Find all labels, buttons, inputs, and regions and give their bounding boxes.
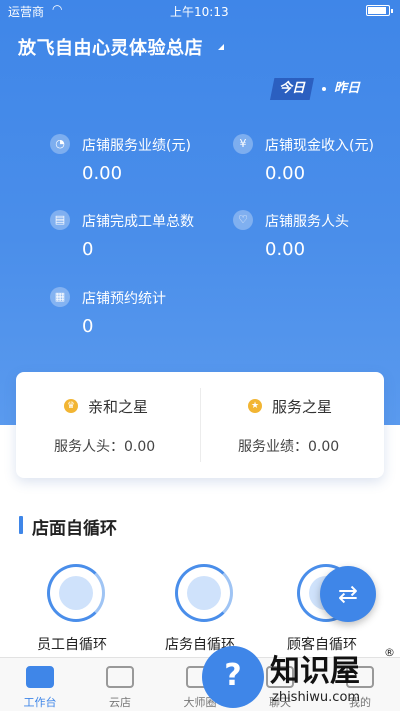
- day-toggle: 今日 昨日: [270, 78, 380, 100]
- pie-chart-icon: ◔: [50, 134, 70, 154]
- card-divider: [200, 388, 201, 462]
- wifi-icon: ◠: [52, 2, 63, 16]
- star-title: 亲和之星: [88, 398, 149, 416]
- stat-label: 店铺服务业绩(元): [82, 138, 191, 154]
- section-title: 店面自循环: [32, 519, 117, 539]
- watermark-help-icon: ?: [202, 646, 264, 708]
- stat-label: 店铺服务人头: [265, 214, 349, 230]
- switch-floating-button[interactable]: ⇄: [320, 566, 376, 622]
- loop-label: 员工自循环: [37, 637, 107, 653]
- yen-icon: ¥: [233, 134, 253, 154]
- stat-value: 0: [82, 316, 94, 337]
- star-value-line: 服务业绩：0.00: [238, 439, 340, 455]
- watermark-url: zhishiwu.com: [272, 690, 361, 705]
- medal-icon: ★: [248, 399, 262, 413]
- stat-value: 0.00: [265, 163, 306, 184]
- cloud-store-icon: [106, 666, 134, 688]
- stat-value: 0: [82, 239, 94, 260]
- tab-today[interactable]: 今日: [270, 78, 314, 100]
- stars-card[interactable]: ♛ 亲和之星 服务人头：0.00 ★ 服务之星 服务业绩：0.00: [16, 372, 384, 478]
- star-value-line: 服务人头：0.00: [54, 439, 156, 455]
- status-time: 上午10:13: [170, 5, 229, 19]
- carrier-label: 运营商: [8, 5, 45, 19]
- clipboard-icon: ▤: [50, 210, 70, 230]
- stat-value: 0.00: [265, 239, 306, 260]
- stat-label: 店铺完成工单总数: [82, 214, 194, 230]
- tab-label: 云店: [109, 696, 131, 709]
- store-switch-caret-icon[interactable]: [218, 44, 224, 50]
- section-accent-bar: [19, 516, 23, 534]
- watermark-registered: ®: [384, 646, 395, 659]
- stat-label: 店铺预约统计: [82, 291, 166, 307]
- tab-workbench[interactable]: 工作台: [0, 658, 80, 711]
- store-loop-icon: [175, 564, 233, 622]
- stat-value: 0.00: [82, 163, 123, 184]
- tab-yesterday[interactable]: 昨日: [334, 78, 360, 100]
- tab-cloud-store[interactable]: 云店: [80, 658, 160, 711]
- status-bar: 运营商 ◠ 上午10:13: [0, 0, 400, 22]
- watermark-name: 知识屋: [270, 654, 360, 689]
- tab-label: 工作台: [23, 696, 57, 709]
- employee-loop-button[interactable]: 员工自循环: [22, 562, 122, 653]
- battery-icon: [366, 5, 393, 16]
- store-name[interactable]: 放飞自由心灵体验总店: [18, 34, 203, 60]
- employee-loop-icon: [47, 564, 105, 622]
- star-title: 服务之星: [272, 398, 333, 416]
- stat-label: 店铺现金收入(元): [265, 138, 374, 154]
- day-separator-dot: [322, 87, 326, 91]
- calendar-icon: ▦: [50, 287, 70, 307]
- trophy-icon: ♛: [64, 399, 78, 413]
- workbench-icon: [26, 666, 54, 688]
- heart-icon: ♡: [233, 210, 253, 230]
- store-loop-button[interactable]: 店务自循环: [150, 562, 250, 653]
